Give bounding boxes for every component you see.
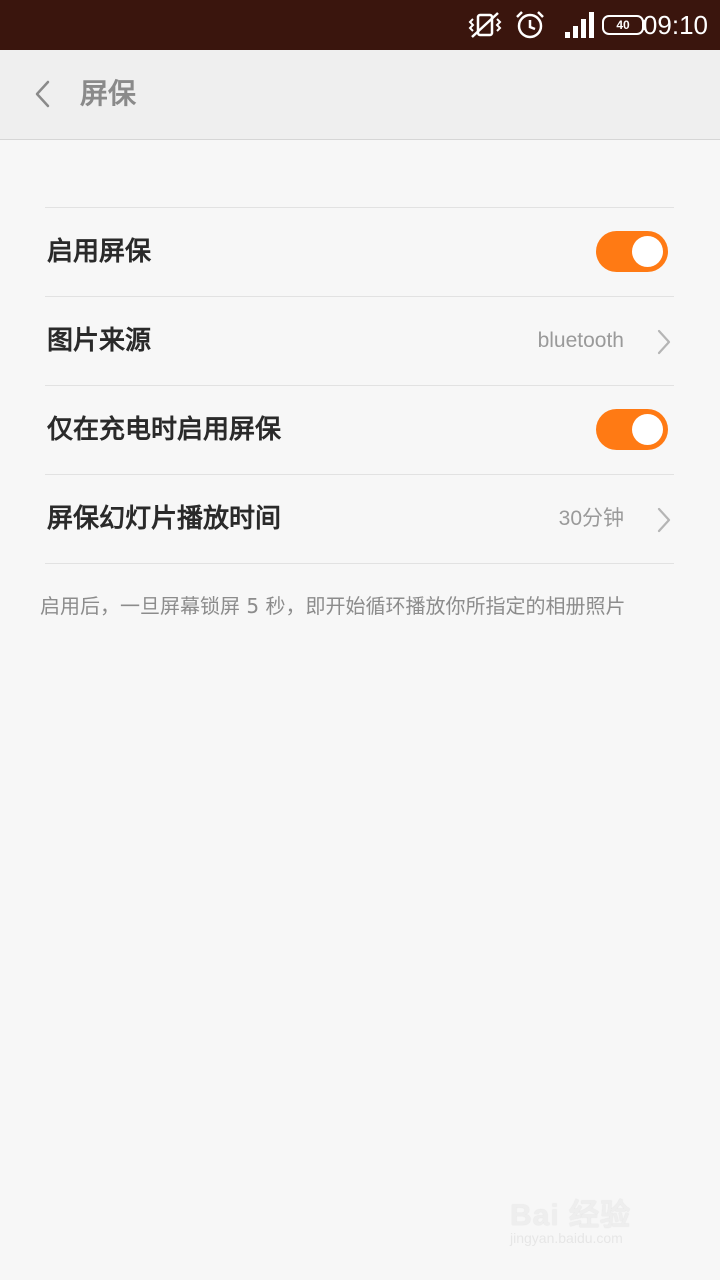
watermark-logo: Bai 经验 jingyan.baidu.com [510, 1190, 680, 1260]
toggle-knob [632, 236, 663, 267]
status-bar: 40 09:10 [0, 0, 720, 50]
status-time: 09:10 [642, 10, 708, 40]
watermark-text: Bai 经验 [510, 1199, 632, 1232]
header: 屏保 [0, 50, 720, 140]
setting-enable-screensaver[interactable]: 启用屏保 [45, 208, 674, 297]
setting-label: 仅在充电时启用屏保 [47, 415, 282, 445]
enable-screensaver-toggle[interactable] [596, 231, 668, 272]
hint-text: 启用后，一旦屏幕锁屏 5 秒，即开始循环播放你所指定的相册照片 [40, 594, 626, 618]
alarm-icon [514, 10, 546, 44]
page-title: 屏保 [80, 77, 137, 110]
battery-icon: 40 [602, 15, 644, 35]
setting-charging-only[interactable]: 仅在充电时启用屏保 [45, 386, 674, 475]
setting-label: 图片来源 [47, 326, 152, 356]
toggle-knob [632, 414, 663, 445]
vibrate-off-icon [468, 10, 502, 44]
back-button[interactable] [22, 72, 66, 116]
watermark-subtext: jingyan.baidu.com [510, 1230, 623, 1246]
setting-image-source[interactable]: 图片来源 bluetooth [45, 297, 674, 386]
chevron-right-icon [657, 329, 671, 355]
setting-label: 启用屏保 [47, 237, 152, 267]
charging-only-toggle[interactable] [596, 409, 668, 450]
setting-slideshow-duration[interactable]: 屏保幻灯片播放时间 30分钟 [45, 475, 674, 564]
setting-label: 屏保幻灯片播放时间 [47, 504, 282, 534]
chevron-right-icon [657, 507, 671, 533]
setting-value: bluetooth [537, 329, 624, 352]
battery-level: 40 [616, 18, 630, 32]
setting-value: 30分钟 [558, 507, 624, 530]
settings-list: 启用屏保 图片来源 bluetooth 仅在充电时启用屏保 屏保幻灯片播放时间 … [45, 207, 674, 564]
chevron-left-icon [35, 80, 50, 108]
signal-icon [564, 10, 596, 44]
